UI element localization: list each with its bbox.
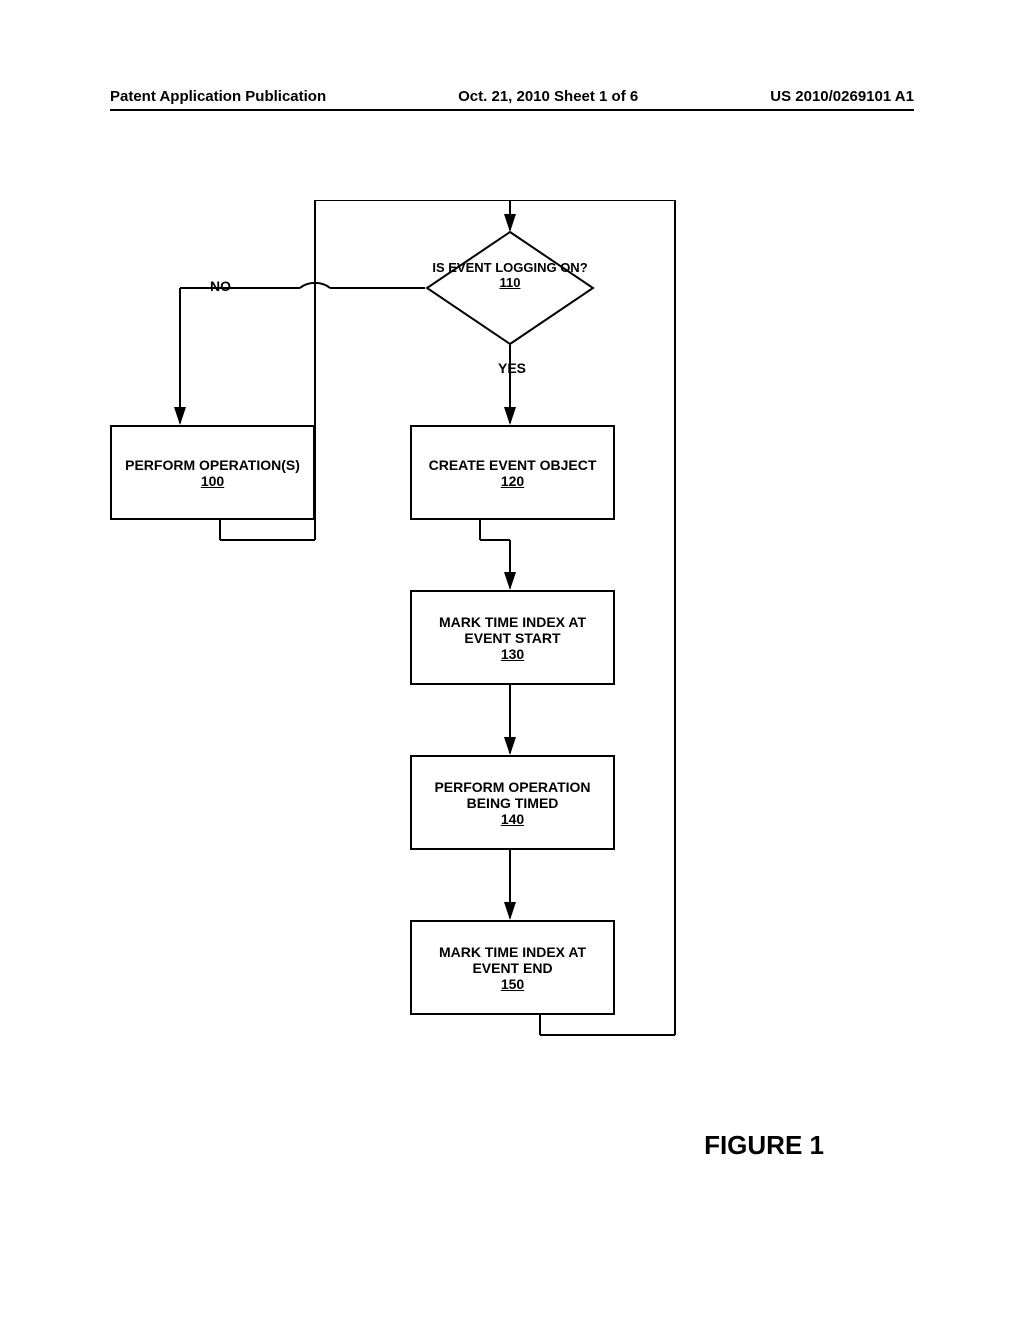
figure-label: FIGURE 1 bbox=[704, 1130, 824, 1161]
header-center: Oct. 21, 2010 Sheet 1 of 6 bbox=[458, 88, 638, 105]
header-left: Patent Application Publication bbox=[110, 88, 326, 105]
decision-label: IS EVENT LOGGING ON? bbox=[425, 260, 595, 275]
box140-num: 140 bbox=[501, 811, 524, 827]
flowchart-diagram: IS EVENT LOGGING ON? 110 NO YES PERFORM … bbox=[110, 200, 910, 1100]
box-perform-operation-timed: PERFORM OPERATION BEING TIMED 140 bbox=[410, 755, 615, 850]
no-label: NO bbox=[210, 278, 231, 294]
box120-num: 120 bbox=[501, 473, 524, 489]
box130-num: 130 bbox=[501, 646, 524, 662]
page: Patent Application Publication Oct. 21, … bbox=[0, 0, 1024, 1320]
box150-num: 150 bbox=[501, 976, 524, 992]
decision-num: 110 bbox=[425, 275, 595, 290]
box-perform-operations: PERFORM OPERATION(S) 100 bbox=[110, 425, 315, 520]
box-mark-time-start: MARK TIME INDEX AT EVENT START 130 bbox=[410, 590, 615, 685]
decision-text: IS EVENT LOGGING ON? 110 bbox=[425, 260, 595, 290]
decision-event-logging: IS EVENT LOGGING ON? 110 bbox=[425, 230, 595, 346]
box-create-event-object: CREATE EVENT OBJECT 120 bbox=[410, 425, 615, 520]
box-mark-time-end: MARK TIME INDEX AT EVENT END 150 bbox=[410, 920, 615, 1015]
box120-text: CREATE EVENT OBJECT bbox=[429, 457, 597, 473]
box130-text: MARK TIME INDEX AT EVENT START bbox=[420, 614, 605, 646]
page-header: Patent Application Publication Oct. 21, … bbox=[110, 88, 914, 111]
box100-text: PERFORM OPERATION(S) bbox=[125, 457, 300, 473]
header-right: US 2010/0269101 A1 bbox=[770, 88, 914, 105]
box140-text: PERFORM OPERATION BEING TIMED bbox=[420, 779, 605, 811]
box150-text: MARK TIME INDEX AT EVENT END bbox=[420, 944, 605, 976]
yes-label: YES bbox=[498, 360, 526, 376]
box100-num: 100 bbox=[201, 473, 224, 489]
